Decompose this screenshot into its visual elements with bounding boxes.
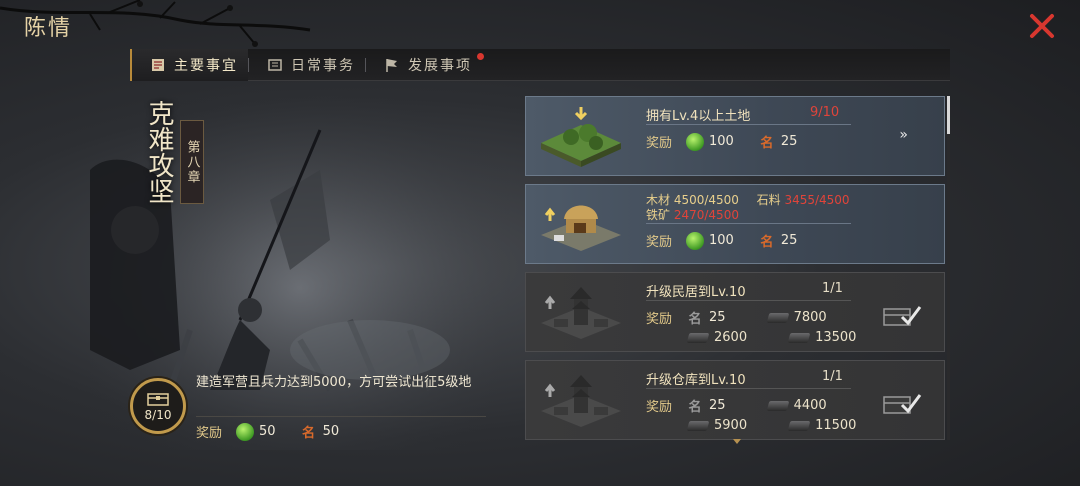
stone-value: 3455/4500 (784, 193, 850, 207)
ingot-icon (766, 312, 789, 323)
reward-label: 奖励 (646, 312, 673, 327)
ming-icon: 名 (760, 235, 774, 250)
stone-label: 石料 (756, 193, 781, 207)
task-title: 拥有Lv.4以上土地 (646, 109, 751, 124)
resource-reward: 2600 (686, 330, 748, 345)
task-card-warehouse[interactable]: 升级仓库到Lv.10 1/1 奖励 名 25 4400 5900 11500 (525, 360, 945, 440)
flag-icon (386, 58, 397, 72)
tab-label: 日常事务 (291, 57, 355, 74)
ingot-icon (787, 420, 811, 431)
reward-label: 奖励 (646, 136, 673, 151)
chapter-tag: 第八章 (180, 120, 204, 204)
scroll-icon (152, 58, 164, 71)
main-task-panel: 8/10 建造军营且兵力达到5000，方可尝试出征5级地 奖励 50 名 50 (130, 370, 490, 450)
task-card-land[interactable]: 拥有Lv.4以上土地 9/10 奖励 100 名 25 » (525, 96, 945, 176)
scrollbar-thumb[interactable] (947, 96, 950, 134)
divider (646, 300, 851, 301)
resource-value: 7800 (793, 310, 827, 325)
reward-label: 奖励 (196, 426, 223, 441)
tab-label: 主要事宜 (174, 57, 238, 74)
resource-value: 5900 (714, 418, 748, 433)
ingot-icon (686, 332, 710, 343)
task-card-resources[interactable]: 木材 4500/4500 石料 3455/4500 铁矿 2470/4500 奖… (525, 184, 945, 264)
divider (196, 416, 486, 417)
task-list[interactable]: 拥有Lv.4以上土地 9/10 奖励 100 名 25 » 木材 4500/45… (525, 96, 945, 440)
chapter-title: 克难攻坚 (144, 100, 174, 204)
wood-label: 木材 4500/4500 (646, 193, 739, 207)
land-icon (541, 107, 621, 167)
ming-value: 25 (780, 233, 798, 248)
ingot-icon (766, 400, 789, 411)
book-icon (268, 58, 282, 71)
jade-icon (686, 132, 705, 151)
task-progress: 1/1 (822, 369, 843, 384)
resource-reward: 5900 (686, 418, 748, 433)
warehouse-icon (541, 205, 621, 251)
ming-icon: 名 (302, 426, 316, 441)
task-title: 升级仓库到Lv.10 (646, 373, 746, 388)
task-title: 升级民居到Lv.10 (646, 285, 746, 300)
ingot-icon (787, 332, 811, 343)
task-progress: 9/10 (810, 105, 840, 120)
jade-value: 100 (709, 233, 734, 248)
jade-value: 50 (259, 424, 276, 439)
reward-row-2: 2600 13500 (686, 330, 857, 345)
ming-value: 25 (709, 310, 726, 325)
tab-daily-affairs[interactable]: 日常事务 (249, 49, 365, 81)
divider (646, 388, 851, 389)
notification-dot (477, 52, 484, 60)
jade-icon (686, 231, 705, 250)
ming-icon: 名 (688, 400, 702, 415)
residence-icon (541, 287, 621, 339)
ming-icon: 名 (688, 312, 702, 327)
reward-row: 奖励 100 名 25 (646, 132, 821, 151)
jade-icon (236, 422, 255, 441)
scroll-down-indicator-icon (733, 439, 741, 444)
reward-row: 奖励 名 25 4400 (646, 396, 827, 415)
scrollbar-track[interactable] (947, 96, 950, 440)
iron-value: 2470/4500 (673, 208, 739, 222)
progress-badge[interactable]: 8/10 (130, 378, 186, 434)
iron-label: 铁矿 (646, 208, 671, 222)
window-title: 陈情 (24, 16, 73, 41)
ingot-icon (686, 420, 710, 431)
claim-chest-icon[interactable] (882, 301, 922, 329)
jade-value: 100 (709, 134, 734, 149)
task-card-residence[interactable]: 升级民居到Lv.10 1/1 奖励 名 25 7800 2600 13500 (525, 272, 945, 352)
tab-development[interactable]: 发展事项 (366, 49, 484, 81)
main-reward-row: 奖励 50 名 50 (196, 422, 363, 441)
resource-value: 4400 (793, 398, 827, 413)
resource-line-2: 铁矿 2470/4500 (646, 206, 739, 223)
resource-value: 11500 (815, 418, 857, 433)
ming-icon: 名 (760, 136, 774, 151)
resource-reward: 11500 (787, 418, 857, 433)
reward-row: 奖励 100 名 25 (646, 231, 821, 250)
ming-value: 50 (322, 424, 340, 439)
progress-text: 8/10 (144, 408, 172, 422)
tab-label: 发展事项 (408, 57, 472, 74)
resource-value: 13500 (815, 330, 857, 345)
divider (646, 124, 851, 125)
tab-main-affairs[interactable]: 主要事宜 (130, 48, 248, 81)
reward-row-2: 5900 11500 (686, 418, 857, 433)
ming-value: 25 (709, 398, 726, 413)
ming-value: 25 (780, 134, 798, 149)
reward-label: 奖励 (646, 235, 673, 250)
task-description: 建造军营且兵力达到5000，方可尝试出征5级地 (196, 375, 472, 390)
resource-reward: 7800 (766, 310, 827, 325)
reward-row: 奖励 名 25 7800 (646, 308, 827, 327)
go-button[interactable]: » (899, 127, 908, 143)
claim-chest-icon[interactable] (882, 389, 922, 417)
chest-icon (147, 393, 169, 406)
reward-label: 奖励 (646, 400, 673, 415)
resource-reward: 4400 (766, 398, 827, 413)
resource-reward: 13500 (787, 330, 857, 345)
divider (646, 223, 851, 224)
resource-value: 2600 (714, 330, 748, 345)
tab-bar: 主要事宜 日常事务 发展事项 (130, 48, 950, 81)
warehouse-tower-icon (541, 375, 621, 427)
close-icon[interactable] (1028, 12, 1056, 40)
task-progress: 1/1 (822, 281, 843, 296)
